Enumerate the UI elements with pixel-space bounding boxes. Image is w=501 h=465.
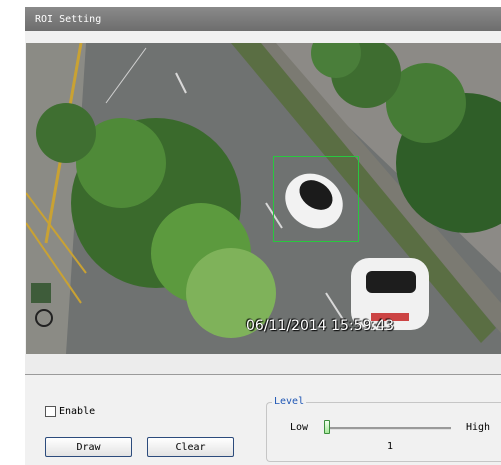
level-slider-thumb[interactable] <box>324 420 330 434</box>
video-bottom-bar <box>25 354 501 375</box>
level-value: 1 <box>387 441 394 452</box>
camera-scene <box>26 43 501 354</box>
enable-checkbox[interactable] <box>45 405 56 417</box>
video-preview[interactable]: 06/11/2014 15:59:43 <box>26 43 501 354</box>
level-legend: Level <box>272 396 307 407</box>
enable-label: Enable <box>59 405 96 417</box>
level-low-label: Low <box>290 422 309 433</box>
level-high-label: High <box>466 422 491 433</box>
video-timestamp: 06/11/2014 15:59:43 <box>246 318 395 334</box>
enable-option[interactable]: Enable <box>45 404 95 418</box>
draw-button[interactable]: Draw <box>45 437 132 457</box>
window-title: ROI Setting <box>25 7 501 31</box>
clear-button[interactable]: Clear <box>147 437 234 457</box>
level-slider-track[interactable] <box>325 427 451 430</box>
roi-region-box[interactable] <box>273 156 359 242</box>
